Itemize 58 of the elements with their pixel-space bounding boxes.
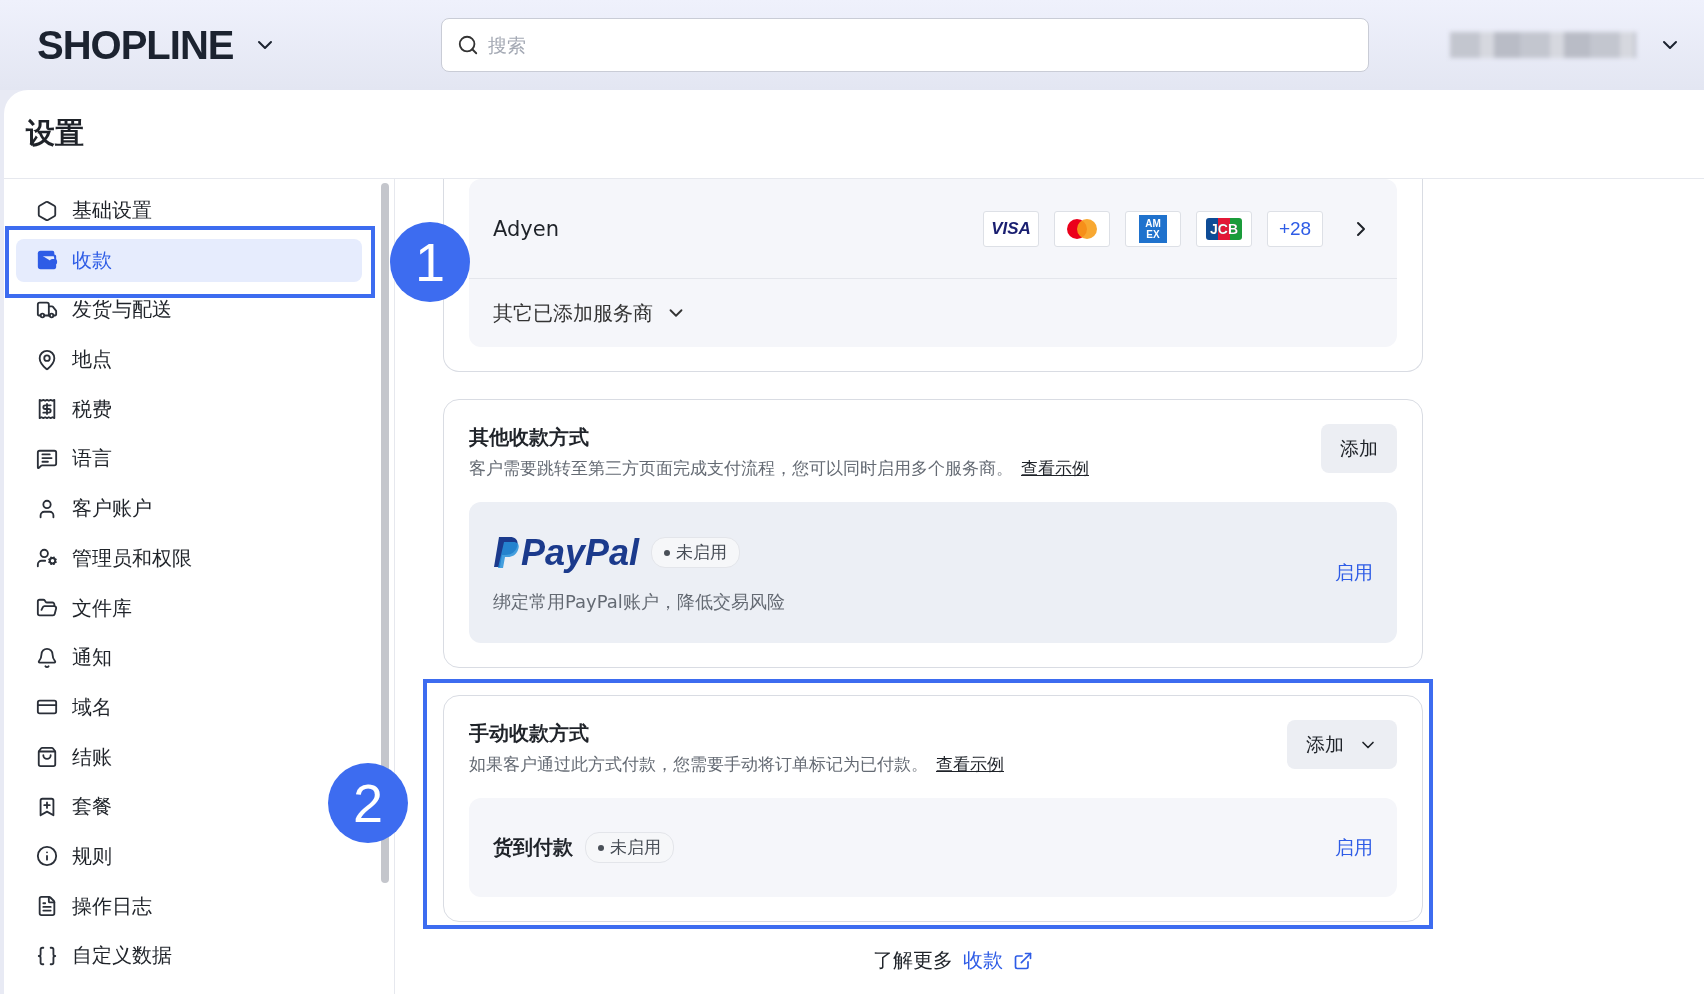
page-title: 设置 <box>26 115 84 152</box>
sidebar-item[interactable]: 套餐 <box>16 785 316 829</box>
sidebar-item[interactable]: 文件库 <box>16 586 316 630</box>
external-link-icon[interactable] <box>1013 950 1033 971</box>
section-description: 客户需要跳转至第三方页面完成支付流程，您可以同时启用多个服务商。 <box>469 458 1013 478</box>
sidebar-item[interactable]: 规则 <box>16 834 316 878</box>
method-name: 货到付款 <box>493 834 573 861</box>
scrollbar-thumb[interactable] <box>381 183 389 883</box>
sidebar-item[interactable]: 自定义数据 <box>16 934 316 978</box>
status-badge: 未启用 <box>585 832 674 863</box>
sidebar-item[interactable]: 客户账户 <box>16 487 316 531</box>
status-badge: 未启用 <box>651 537 741 568</box>
sidebar-item[interactable]: 通知 <box>16 636 316 680</box>
sidebar-icon <box>36 249 58 272</box>
section-title: 手动收款方式 <box>469 720 590 747</box>
sidebar-icon <box>36 746 58 769</box>
more-cards-count: +28 <box>1267 210 1323 247</box>
sidebar-item[interactable]: 发货与配送 <box>16 288 316 332</box>
sidebar-item[interactable]: 收款 <box>16 238 362 282</box>
other-providers-toggle[interactable]: 其它已添加服务商 <box>493 299 653 327</box>
sidebar-item[interactable]: 管理员和权限 <box>16 536 316 580</box>
sidebar-icon <box>36 895 58 918</box>
sidebar-icon <box>36 597 58 619</box>
payments-help-link[interactable]: 收款 <box>963 947 1003 974</box>
sidebar-item[interactable]: 结账 <box>16 735 316 779</box>
sidebar-item[interactable]: 语言 <box>16 437 316 481</box>
sidebar-icon <box>36 646 58 669</box>
section-description: 如果客户通过此方式付款，您需要手动将订单标记为已付款。 <box>469 754 928 774</box>
sidebar-icon <box>36 398 58 421</box>
search-icon <box>457 34 480 56</box>
paypal-logo-text: PayPal <box>521 531 640 574</box>
sidebar-icon <box>36 845 58 868</box>
paypal-p-icon <box>493 534 521 571</box>
provider-name: Adyen <box>493 216 560 241</box>
section-title: 其他收款方式 <box>469 424 590 451</box>
add-button[interactable]: 添加 <box>1321 424 1397 473</box>
sidebar-item[interactable]: 域名 <box>16 685 316 729</box>
example-link[interactable]: 查看示例 <box>1021 458 1089 478</box>
enable-link[interactable]: 启用 <box>1335 834 1373 861</box>
sidebar-item[interactable]: 基础设置 <box>16 189 316 232</box>
mastercard-logo-icon <box>1054 210 1110 247</box>
enable-link[interactable]: 启用 <box>1335 559 1373 586</box>
sidebar-icon <box>36 547 58 570</box>
sidebar-icon <box>36 199 58 222</box>
sidebar-icon <box>36 447 58 470</box>
amex-card-logo: AM EX <box>1125 210 1181 247</box>
method-description: 绑定常用PayPal账户，降低交易风险 <box>493 590 785 612</box>
sidebar-icon <box>36 944 58 967</box>
add-button[interactable]: 添加 <box>1287 720 1397 769</box>
sidebar-item[interactable]: 操作日志 <box>16 884 316 928</box>
sidebar-item[interactable]: 税费 <box>16 387 316 431</box>
search-field[interactable]: 搜索 <box>441 18 1370 72</box>
sidebar-item[interactable]: 地点 <box>16 338 316 382</box>
sidebar-icon <box>36 348 58 371</box>
learn-more-text: 了解更多 <box>873 947 953 974</box>
shopline-logo[interactable]: SHOPLINE <box>37 22 234 68</box>
example-link[interactable]: 查看示例 <box>936 754 1004 774</box>
visa-card-logo: VISA <box>983 210 1039 247</box>
